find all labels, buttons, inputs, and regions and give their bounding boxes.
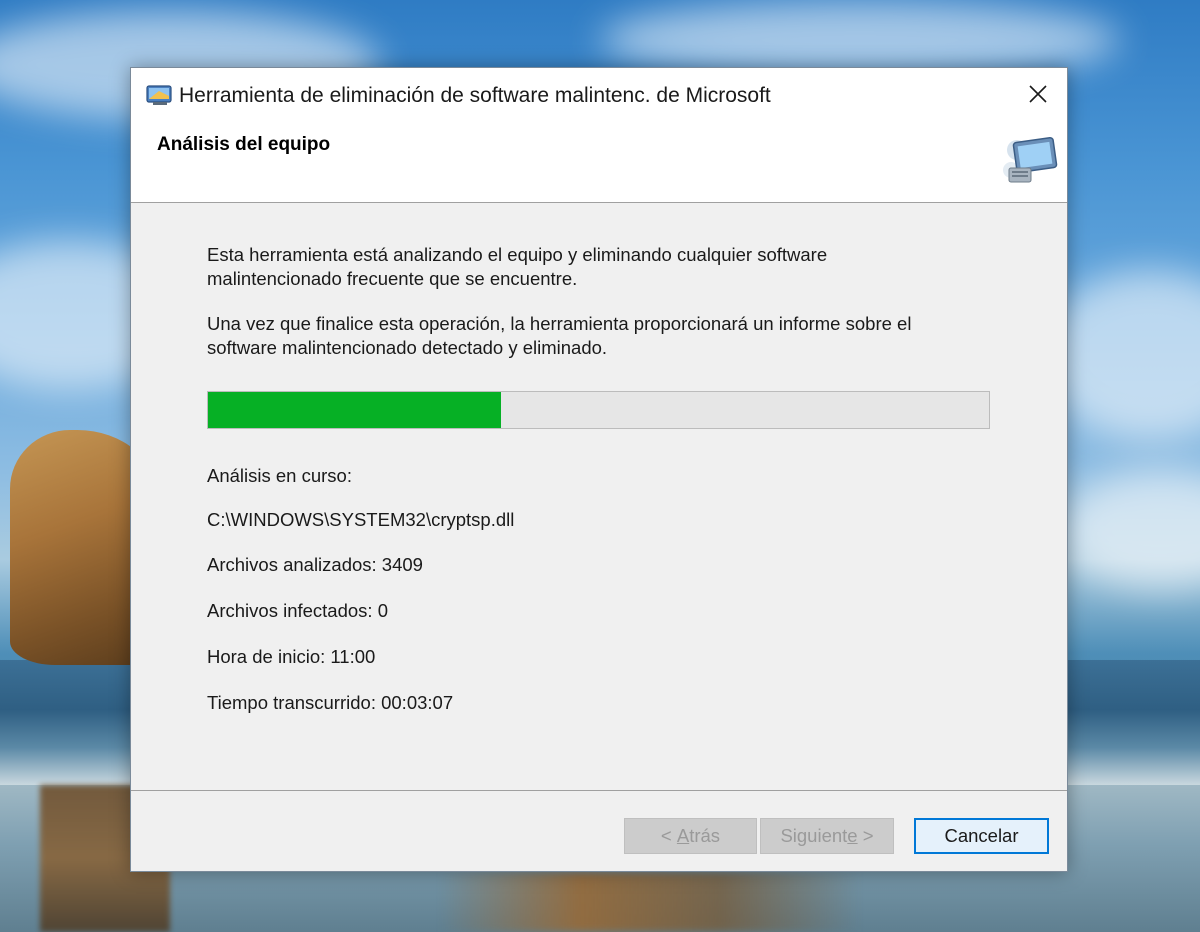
next-button-suffix: > <box>857 825 874 846</box>
files-scanned: Archivos analizados: 3409 <box>207 554 423 575</box>
title-bar[interactable]: Herramienta de eliminación de software m… <box>131 68 1067 124</box>
description-line: software malintencionado detectado y eli… <box>207 337 608 358</box>
cloud <box>1060 470 1200 590</box>
close-icon <box>1028 84 1048 109</box>
mrt-app-icon <box>145 82 175 108</box>
start-time: Hora de inicio: 11:00 <box>207 646 376 667</box>
status-label: Análisis en curso: <box>207 465 352 486</box>
footer-divider <box>131 790 1067 791</box>
cancel-button[interactable]: Cancelar <box>914 818 1049 854</box>
files-infected: Archivos infectados: 0 <box>207 600 388 621</box>
window-title: Herramienta de eliminación de software m… <box>179 84 771 107</box>
computer-scan-icon <box>999 130 1061 192</box>
description-line: malintencionado frecuente que se encuent… <box>207 268 578 289</box>
mrt-window: Herramienta de eliminación de software m… <box>130 67 1068 872</box>
scan-progress-bar <box>207 391 990 429</box>
sand-reflection <box>440 872 860 932</box>
wizard-content: Esta herramienta está analizando el equi… <box>131 203 1067 791</box>
description-line: Una vez que finalice esta operación, la … <box>207 313 912 334</box>
scan-progress-fill <box>208 392 501 428</box>
description-paragraph-1: Esta herramienta está analizando el equi… <box>207 243 987 291</box>
back-button-accelerator: A <box>676 825 690 846</box>
next-button-label: Siguient <box>780 825 848 846</box>
description-paragraph-2: Una vez que finalice esta operación, la … <box>207 312 987 360</box>
close-button[interactable] <box>1009 68 1067 124</box>
back-button-label: trás <box>689 825 721 846</box>
description-line: Esta herramienta está analizando el equi… <box>207 244 828 265</box>
current-file-path: C:\WINDOWS\SYSTEM32\cryptsp.dll <box>207 509 515 530</box>
back-button-prefix: < <box>660 825 677 846</box>
wizard-header: Análisis del equipo <box>131 124 1067 203</box>
page-title: Análisis del equipo <box>157 134 331 155</box>
next-button-accelerator: e <box>847 825 858 846</box>
elapsed-time: Tiempo transcurrido: 00:03:07 <box>207 692 454 713</box>
next-button[interactable]: Siguient e > <box>760 818 894 854</box>
back-button[interactable]: < Atrás <box>624 818 757 854</box>
